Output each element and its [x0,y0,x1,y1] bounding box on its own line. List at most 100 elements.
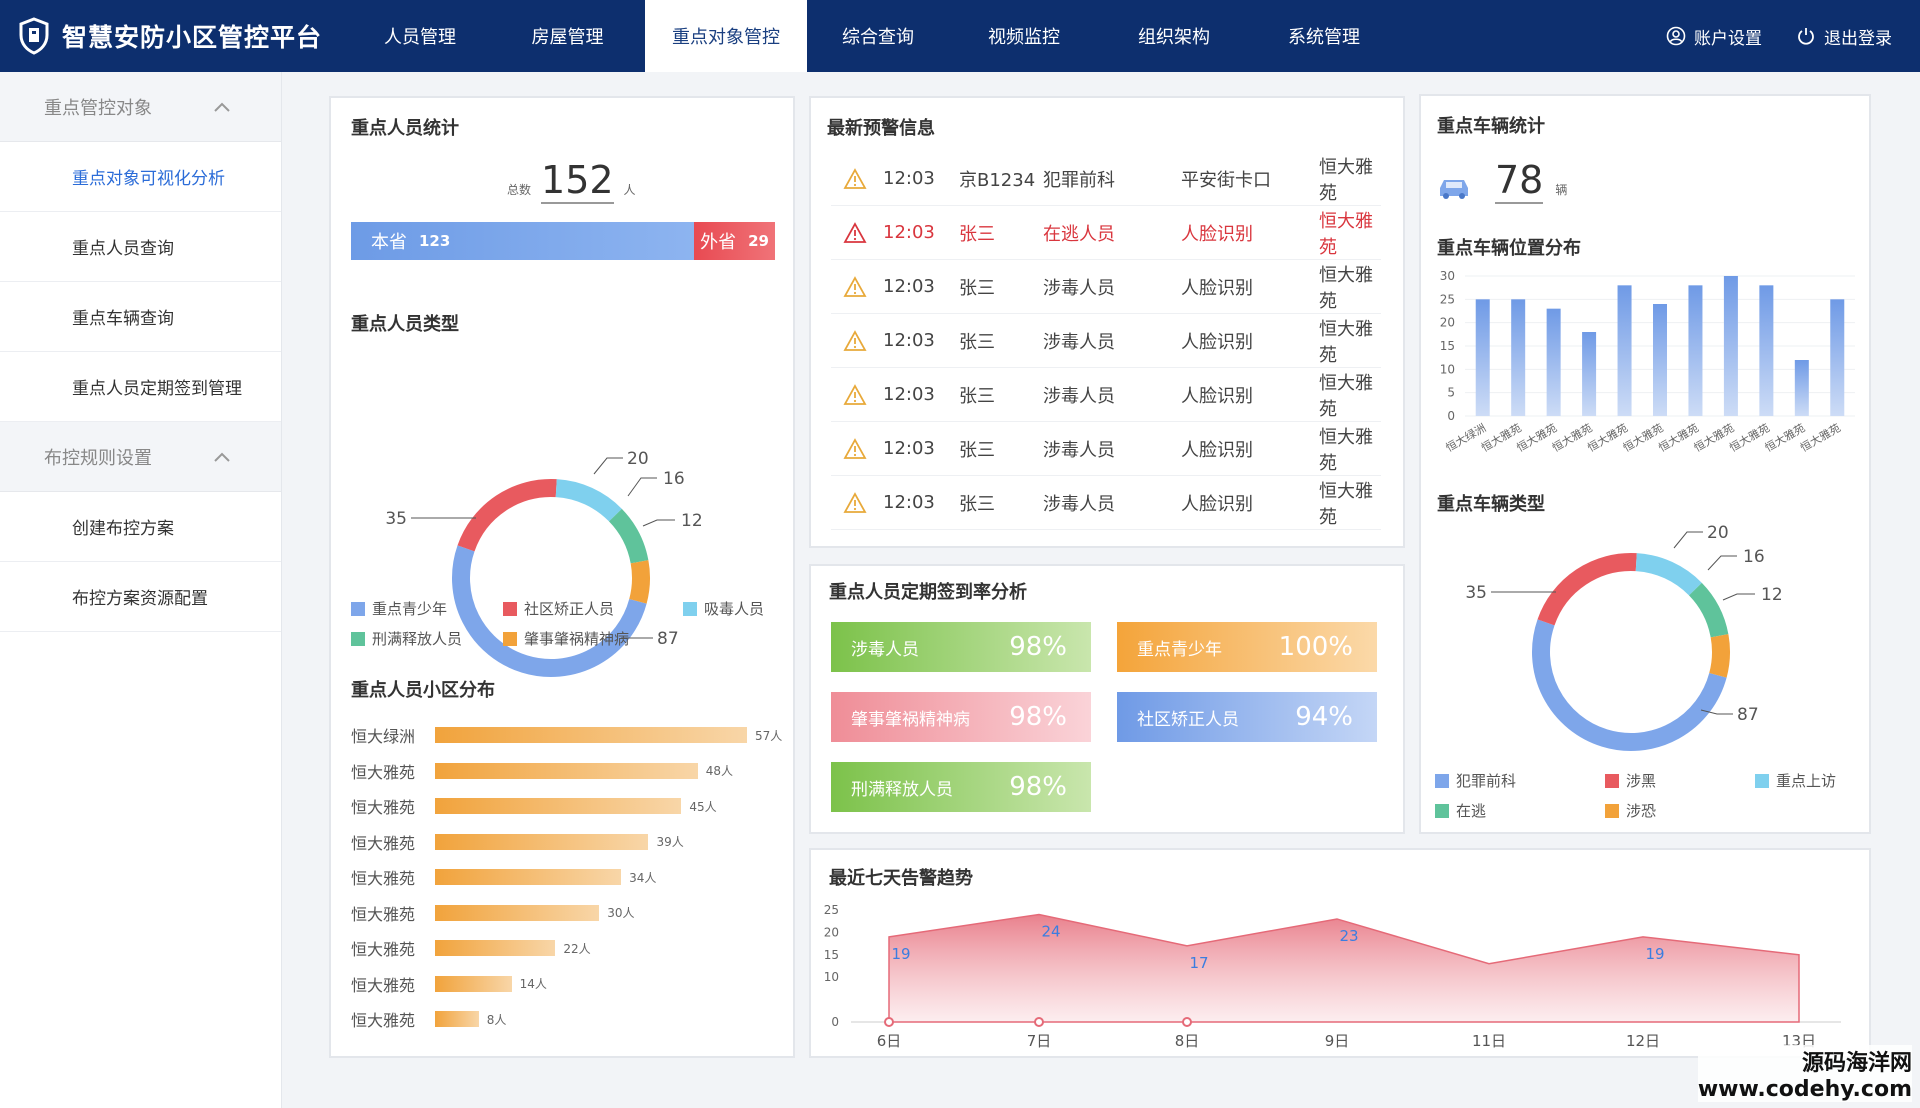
sidebar-item-plan-resources[interactable]: 布控方案资源配置 [0,562,281,632]
legend-teen: 重点青少年 [351,598,447,619]
legend-label: 社区矫正人员 [524,600,615,618]
community-value-label: 34人 [629,870,657,885]
community-name: 恒大雅苑 [351,1011,416,1030]
alert-who: 张三 [959,439,995,461]
community-name: 恒大雅苑 [351,833,416,853]
account-settings-button[interactable]: 账户设置 [1666,24,1762,49]
local-province-bar: 本省 123 [351,222,695,260]
community-bar [435,833,649,850]
donut-label: 12 [681,511,703,531]
donut-label: 35 [1465,583,1487,603]
donut-label: 20 [1707,523,1729,543]
nav-person[interactable]: 人员管理 [350,0,490,72]
community-value-label: 48人 [705,764,734,778]
vehicle-bar [1546,308,1561,416]
warning-icon [843,330,867,351]
donut-segment-1 [457,479,557,552]
y-tick-label: 10 [824,970,839,984]
community-bar-row: 恒大绿洲 57人 [351,718,782,752]
sidebar-item-signin-management[interactable]: 重点人员定期签到管理 [0,352,281,422]
x-tick-label: 恒大雅苑 [1620,420,1665,454]
watermark-line1: 源码海洋网 [1801,1051,1912,1076]
alerts-card: 最新预警信息 12:03 京B1234 犯罪前科 平安街卡口 恒大雅苑 12:03 张三 在逃… [809,96,1405,548]
nav-query[interactable]: 综合查询 [807,0,949,72]
community-bar [435,727,747,743]
donut-label: 20 [627,449,649,469]
alert-who: 张三 [959,277,995,299]
sidebar-item-visual-analysis[interactable]: 重点对象可视化分析 [0,142,281,212]
legend-label: 犯罪前科 [1456,772,1517,790]
alert-row[interactable]: 12:03 张三 涉毒人员 人脸识别 恒大雅苑 [831,368,1381,422]
trend-value-label: 23 [1339,927,1358,945]
nav-org[interactable]: 组织架构 [1099,0,1249,72]
alert-src: 人脸识别 [1181,331,1253,353]
x-tick-label: 恒大雅苑 [1727,420,1772,454]
community-name: 恒大绿洲 [351,727,416,746]
signin-pill: 重点青少年 100% [1117,622,1377,672]
legend-swatch [503,631,517,646]
legend-swatch [1755,773,1769,788]
sidebar-group-rules[interactable]: 布控规则设置 [0,422,281,492]
trend-point [1034,1017,1044,1027]
legend-label: 涉恐 [1626,802,1657,820]
sidebar-item-vehicle-query[interactable]: 重点车辆查询 [0,282,281,352]
logout-button[interactable]: 退出登录 [1796,24,1892,49]
alerts-title: 最新预警信息 [827,118,935,139]
donut-leader-line [593,457,623,475]
community-bar [435,762,698,779]
vehicle-bar [1759,285,1774,416]
nav-system[interactable]: 系统管理 [1249,0,1399,72]
x-tick-label: 6日 [877,1032,902,1050]
alert-time: 12:03 [883,276,935,297]
nav-video[interactable]: 视频监控 [949,0,1099,72]
sidebar-item-person-query[interactable]: 重点人员查询 [0,212,281,282]
alert-time: 12:03 [883,438,935,459]
x-tick-label: 恒大雅苑 [1514,420,1559,454]
community-bar-row: 恒大雅苑 45人 [351,789,717,823]
donut-leader-line [642,519,675,527]
alert-row[interactable]: 12:03 张三 涉毒人员 人脸识别 恒大雅苑 [831,260,1381,314]
legend-label: 重点青少年 [372,600,448,618]
vehicle-types-title: 重点车辆类型 [1437,494,1545,515]
signin-label: 社区矫正人员 [1137,709,1239,730]
trend-value-label: 19 [891,945,910,963]
nav-house[interactable]: 房屋管理 [490,0,645,72]
signin-value: 98% [1009,772,1067,802]
person-total: 总数 152 人 [507,158,636,204]
community-bar [435,975,512,992]
person-stats-title: 重点人员统计 [351,118,459,139]
x-tick-label: 7日 [1027,1032,1052,1050]
alert-who: 张三 [959,223,995,245]
alert-row[interactable]: 12:03 张三 涉毒人员 人脸识别 恒大雅苑 [831,422,1381,476]
community-bar-row: 恒大雅苑 48人 [351,754,733,788]
nav-key-objects[interactable]: 重点对象管控 [645,0,807,72]
sidebar-item-create-plan[interactable]: 创建布控方案 [0,492,281,562]
local-value: 123 [419,232,451,250]
total-label: 总数 [507,183,532,197]
car-icon [1440,180,1468,199]
local-label: 本省 [371,232,407,253]
donut-segment-0 [1532,619,1727,751]
vehicle-stats-card: 重点车辆统计 78 辆 重点车辆位置分布 0 5 10 15 20 25 30 恒大绿洲 恒大雅… [1419,94,1871,834]
trend-value-label: 19 [1645,945,1664,963]
y-tick-label: 30 [1440,269,1455,283]
alert-row[interactable]: 12:03 京B1234 犯罪前科 平安街卡口 恒大雅苑 [831,152,1381,206]
alert-place: 恒大雅苑 [1319,426,1373,474]
legend-terror: 涉恐 [1605,800,1656,821]
alert-row[interactable]: 12:03 张三 涉毒人员 人脸识别 恒大雅苑 [831,314,1381,368]
sidebar-group-key-objects[interactable]: 重点管控对象 [0,72,281,142]
alert-row[interactable]: 12:03 张三 涉毒人员 人脸识别 恒大雅苑 [831,476,1381,530]
community-value-label: 57人 [755,728,783,743]
vehicle-types-donut: 20 16 12 35 87 [1465,523,1783,751]
donut-segment-2 [555,479,622,522]
community-bar-row: 恒大雅苑 30人 [351,896,634,930]
legend-drug: 吸毒人员 [683,598,764,619]
x-tick-label: 8日 [1175,1032,1200,1050]
signin-label: 刑满释放人员 [851,779,953,800]
vehicle-dist-title: 重点车辆位置分布 [1437,238,1581,259]
alert-row[interactable]: 12:03 张三 在逃人员 人脸识别 恒大雅苑 [831,206,1381,260]
community-value-label: 39人 [656,835,684,849]
alert-trend-title: 最近七天告警趋势 [829,868,973,889]
chevron-up-icon [214,102,230,112]
community-bar-row: 恒大雅苑 39人 [351,825,684,859]
